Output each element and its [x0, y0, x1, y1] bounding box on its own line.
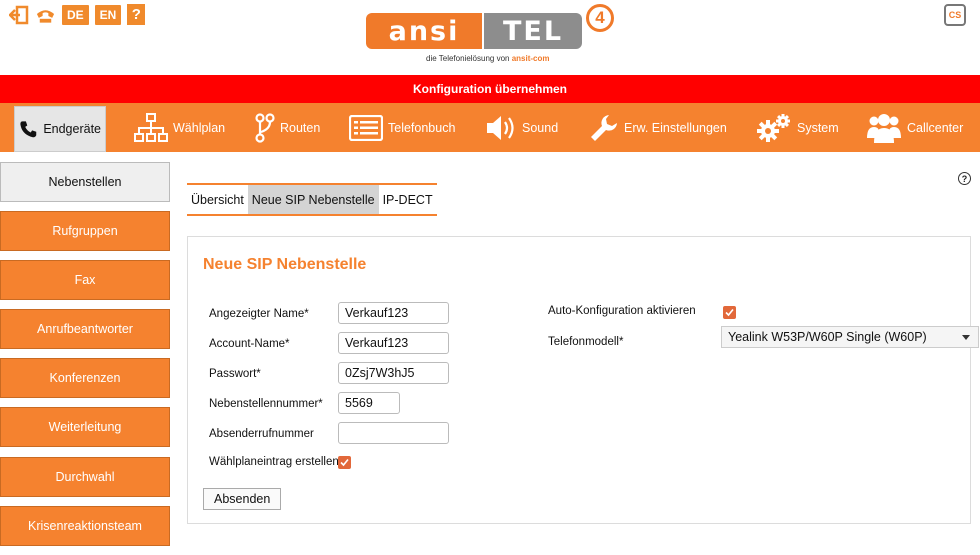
- nav-item-telefonbuch[interactable]: Telefonbuch: [349, 103, 455, 152]
- nav-item-label: Sound: [522, 120, 559, 135]
- help-button[interactable]: ?: [127, 4, 146, 25]
- account-name-field[interactable]: [338, 332, 449, 354]
- logout-icon[interactable]: [8, 4, 29, 25]
- auto-config-checkbox[interactable]: [723, 306, 736, 319]
- dialplan-entry-checkbox[interactable]: [338, 456, 351, 469]
- sidebar-item-nebenstellen[interactable]: Nebenstellen: [0, 162, 170, 202]
- sidebar-item-durchwahl[interactable]: Durchwahl: [0, 457, 170, 497]
- extension-number-label: Nebenstellennummer*: [209, 398, 323, 410]
- submit-button[interactable]: Absenden: [203, 488, 282, 510]
- ansitel-logo: ansi TEL 4 die Telefonielösung von ansit…: [366, 4, 618, 68]
- subtab-bar: Übersicht Neue SIP Nebenstelle IP-DECT: [187, 183, 437, 216]
- display-name-field[interactable]: [338, 302, 449, 324]
- top-bar: DE EN ? ansi TEL 4 die Telefonielösung v…: [0, 0, 980, 75]
- sender-number-field[interactable]: [338, 422, 449, 444]
- phonebook-icon: [349, 114, 383, 141]
- sidebar-item-krisenreaktionsteam[interactable]: Krisenreaktionsteam: [0, 506, 170, 546]
- nav-item-endgeraete[interactable]: Endgeräte: [14, 106, 106, 152]
- logo-version-badge: 4: [586, 4, 614, 32]
- language-de-button[interactable]: DE: [62, 4, 89, 25]
- nav-item-waehlplan[interactable]: Wählplan: [134, 103, 225, 152]
- users-icon: [867, 113, 901, 143]
- cs-icon[interactable]: CS: [944, 4, 966, 26]
- display-name-label: Angezeigter Name*: [209, 308, 309, 320]
- checkmark-icon: [725, 308, 734, 317]
- auto-config-label: Auto-Konfiguration aktivieren: [548, 305, 696, 317]
- nav-item-label: Wählplan: [173, 120, 226, 135]
- nav-item-label: Callcenter: [907, 120, 964, 135]
- logo-tagline: die Telefonielösung von ansit-com: [426, 54, 550, 63]
- nav-item-routen[interactable]: Routen: [255, 103, 320, 152]
- top-icon-group: DE EN ?: [8, 4, 146, 25]
- page-title: Neue SIP Nebenstelle: [203, 256, 367, 273]
- logo-tagline-brand: ansit-com: [511, 54, 550, 63]
- apply-configuration-button[interactable]: Konfiguration übernehmen: [0, 75, 980, 103]
- nav-item-label: Endgeräte: [43, 122, 101, 136]
- dialplan-entry-label: Wählplaneintrag erstellen: [209, 456, 339, 468]
- account-name-label: Account-Name*: [209, 338, 290, 350]
- nav-item-system[interactable]: System: [756, 103, 839, 152]
- logo-right-part: TEL: [484, 13, 582, 49]
- gears-icon: [757, 113, 790, 142]
- page-help-icon[interactable]: ?: [958, 172, 971, 185]
- sidebar-item-fax[interactable]: Fax: [0, 260, 170, 300]
- wrench-icon: [591, 114, 617, 141]
- phone-icon: [20, 121, 37, 138]
- tab-uebersicht[interactable]: Übersicht: [187, 185, 248, 214]
- checkmark-icon: [340, 458, 349, 467]
- extension-number-field[interactable]: [338, 392, 400, 414]
- phone-model-label: Telefonmodell*: [548, 336, 624, 348]
- language-en-button[interactable]: EN: [94, 4, 122, 25]
- nav-item-sound[interactable]: Sound: [485, 103, 558, 152]
- sender-number-label: Absenderrufnummer: [209, 428, 314, 440]
- phone-model-value: Yealink W53P/W60P Single (W60P): [728, 330, 927, 344]
- nav-item-label: Routen: [280, 120, 321, 135]
- sidebar-item-anrufbeantworter[interactable]: Anrufbeantworter: [0, 309, 170, 349]
- main-nav: Endgeräte Wählplan Routen Telefonbuch So…: [0, 103, 980, 152]
- nav-item-label: System: [797, 120, 839, 135]
- hierarchy-icon: [134, 112, 168, 142]
- logo-left-part: ansi: [366, 13, 482, 49]
- phone-model-select[interactable]: Yealink W53P/W60P Single (W60P): [721, 326, 979, 348]
- sidebar-item-weiterleitung[interactable]: Weiterleitung: [0, 407, 170, 447]
- logo-tagline-text: die Telefonielösung von: [426, 54, 510, 63]
- tab-neue-sip-nebenstelle[interactable]: Neue SIP Nebenstelle: [247, 185, 379, 214]
- form-panel: Neue SIP Nebenstelle Angezeigter Name* A…: [187, 236, 979, 524]
- nav-item-label: Erw. Einstellungen: [624, 120, 727, 135]
- sidebar-item-rufgruppen[interactable]: Rufgruppen: [0, 211, 170, 251]
- sidebar-item-konferenzen[interactable]: Konferenzen: [0, 358, 170, 398]
- hangup-phone-icon[interactable]: [35, 4, 56, 25]
- nav-item-label: Telefonbuch: [388, 120, 456, 135]
- nav-item-erw-einstellungen[interactable]: Erw. Einstellungen: [589, 103, 727, 152]
- chevron-down-icon: [962, 335, 970, 340]
- nav-item-callcenter[interactable]: Callcenter: [866, 103, 963, 152]
- speaker-icon: [487, 115, 514, 140]
- tab-ip-dect[interactable]: IP-DECT: [379, 185, 437, 214]
- route-icon: [255, 112, 275, 143]
- password-field[interactable]: [338, 362, 449, 384]
- password-label: Passwort*: [209, 368, 261, 380]
